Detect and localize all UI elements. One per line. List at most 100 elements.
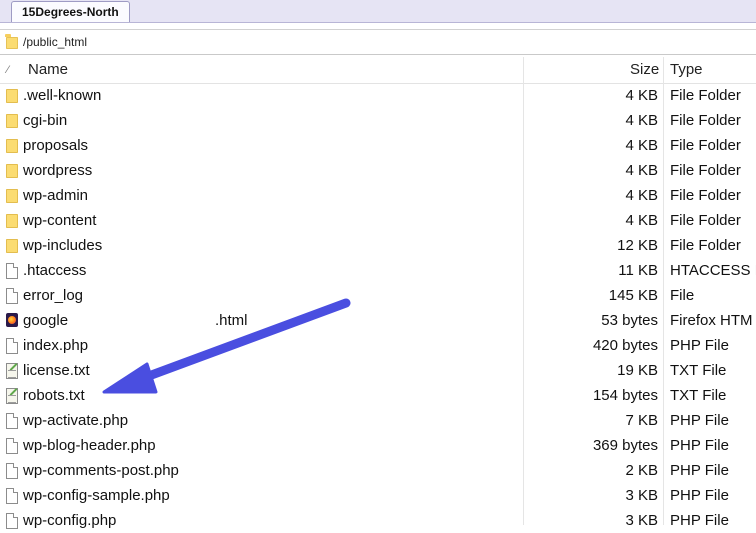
file-name: index.php bbox=[23, 337, 89, 354]
file-type: HTACCESS F bbox=[670, 262, 756, 279]
file-type: Firefox HTM bbox=[670, 312, 753, 329]
folder-icon bbox=[6, 139, 18, 153]
file-size: 12 KB bbox=[617, 237, 658, 254]
folder-icon bbox=[6, 214, 18, 228]
file-row[interactable]: robots.txt 154 bytes TXT File bbox=[0, 383, 756, 408]
file-row[interactable]: wp-config.php 3 KB PHP File bbox=[0, 508, 756, 533]
file-icon bbox=[6, 488, 18, 504]
file-name: wp-activate.php bbox=[23, 412, 129, 429]
file-size: 4 KB bbox=[625, 87, 658, 104]
file-row[interactable]: error_log 145 KB File bbox=[0, 283, 756, 308]
file-row[interactable]: wp-activate.php 7 KB PHP File bbox=[0, 408, 756, 433]
folder-icon bbox=[6, 164, 18, 178]
file-icon bbox=[6, 438, 18, 454]
file-size: 3 KB bbox=[625, 512, 658, 529]
file-row[interactable]: .well-known 4 KB File Folder bbox=[0, 83, 756, 108]
file-type: File Folder bbox=[670, 162, 741, 179]
sort-indicator-icon[interactable]: ⁄ bbox=[7, 57, 9, 83]
tab-label: 15Degrees-North bbox=[22, 5, 119, 19]
file-icon bbox=[6, 288, 18, 304]
file-name: license.txt bbox=[23, 362, 90, 379]
file-name: wp-config.php bbox=[23, 512, 117, 529]
file-type: File Folder bbox=[670, 237, 741, 254]
path-bar[interactable]: /public_html bbox=[0, 29, 756, 55]
file-icon bbox=[6, 413, 18, 429]
file-name: wp-config-sample.php bbox=[23, 487, 170, 504]
file-size: 53 bytes bbox=[601, 312, 658, 329]
firefox-file-icon bbox=[6, 313, 18, 327]
file-row[interactable]: license.txt 19 KB TXT File bbox=[0, 358, 756, 383]
file-icon bbox=[6, 513, 18, 529]
tab-15degrees-north[interactable]: 15Degrees-North bbox=[11, 1, 130, 22]
file-type: File Folder bbox=[670, 112, 741, 129]
file-type: File Folder bbox=[670, 87, 741, 104]
file-type: PHP File bbox=[670, 462, 729, 479]
file-type: File Folder bbox=[670, 212, 741, 229]
file-type: File Folder bbox=[670, 187, 741, 204]
file-row[interactable]: wp-content 4 KB File Folder bbox=[0, 208, 756, 233]
file-row[interactable]: .htaccess 11 KB HTACCESS F bbox=[0, 258, 756, 283]
file-size: 4 KB bbox=[625, 187, 658, 204]
file-type: PHP File bbox=[670, 487, 729, 504]
tab-bar: 15Degrees-North bbox=[0, 0, 756, 23]
folder-icon bbox=[6, 189, 18, 203]
file-type: TXT File bbox=[670, 362, 727, 379]
file-size: 2 KB bbox=[625, 462, 658, 479]
file-name: robots.txt bbox=[23, 387, 85, 404]
column-header-name[interactable]: Name bbox=[28, 57, 68, 83]
column-header-type[interactable]: Type bbox=[670, 57, 703, 83]
file-type: File bbox=[670, 287, 695, 304]
current-path: /public_html bbox=[23, 35, 88, 49]
file-size: 4 KB bbox=[625, 137, 658, 154]
file-name: google bbox=[23, 312, 69, 329]
file-row[interactable]: index.php 420 bytes PHP File bbox=[0, 333, 756, 358]
file-name: wp-content bbox=[23, 212, 97, 229]
folder-icon bbox=[6, 89, 18, 103]
file-icon bbox=[6, 338, 18, 354]
file-size: 4 KB bbox=[625, 162, 658, 179]
file-type: TXT File bbox=[670, 387, 727, 404]
text-file-icon bbox=[6, 363, 18, 379]
file-name: wp-admin bbox=[23, 187, 89, 204]
file-row[interactable]: wp-admin 4 KB File Folder bbox=[0, 183, 756, 208]
file-size: 420 bytes bbox=[592, 337, 658, 354]
file-type: PHP File bbox=[670, 437, 729, 454]
file-size: 7 KB bbox=[625, 412, 658, 429]
file-size: 369 bytes bbox=[592, 437, 658, 454]
file-row[interactable]: wp-blog-header.php 369 bytes PHP File bbox=[0, 433, 756, 458]
folder-icon bbox=[6, 114, 18, 128]
file-size: 4 KB bbox=[625, 212, 658, 229]
text-file-icon bbox=[6, 388, 18, 404]
file-name: .htaccess bbox=[23, 262, 87, 279]
file-type: File Folder bbox=[670, 137, 741, 154]
file-name: wordpress bbox=[23, 162, 93, 179]
file-size: 19 KB bbox=[617, 362, 658, 379]
file-icon bbox=[6, 263, 18, 279]
file-name: wp-includes bbox=[23, 237, 103, 254]
file-row[interactable]: proposals 4 KB File Folder bbox=[0, 133, 756, 158]
file-name: wp-blog-header.php bbox=[23, 437, 156, 454]
file-row[interactable]: wp-config-sample.php 3 KB PHP File bbox=[0, 483, 756, 508]
file-type: PHP File bbox=[670, 412, 729, 429]
file-type: PHP File bbox=[670, 337, 729, 354]
column-header-size[interactable]: Size bbox=[630, 57, 659, 83]
folder-icon bbox=[6, 239, 18, 253]
file-list-header: ⁄ Name Size Type bbox=[0, 57, 756, 84]
file-row[interactable]: wordpress 4 KB File Folder bbox=[0, 158, 756, 183]
file-icon bbox=[6, 463, 18, 479]
file-row[interactable]: cgi-bin 4 KB File Folder bbox=[0, 108, 756, 133]
file-type: PHP File bbox=[670, 512, 729, 529]
file-name: cgi-bin bbox=[23, 112, 68, 129]
file-row[interactable]: wp-includes 12 KB File Folder bbox=[0, 233, 756, 258]
redacted-region bbox=[72, 308, 213, 333]
file-size: 11 KB bbox=[618, 262, 658, 279]
file-row[interactable]: wp-comments-post.php 2 KB PHP File bbox=[0, 458, 756, 483]
file-size: 3 KB bbox=[625, 487, 658, 504]
file-size: 145 KB bbox=[608, 287, 658, 304]
file-name: proposals bbox=[23, 137, 89, 154]
file-name: error_log bbox=[23, 287, 84, 304]
file-size: 154 bytes bbox=[592, 387, 658, 404]
file-name-suffix: .html bbox=[215, 312, 248, 329]
file-row[interactable]: google .html 53 bytes Firefox HTM bbox=[0, 308, 756, 333]
file-size: 4 KB bbox=[625, 112, 658, 129]
